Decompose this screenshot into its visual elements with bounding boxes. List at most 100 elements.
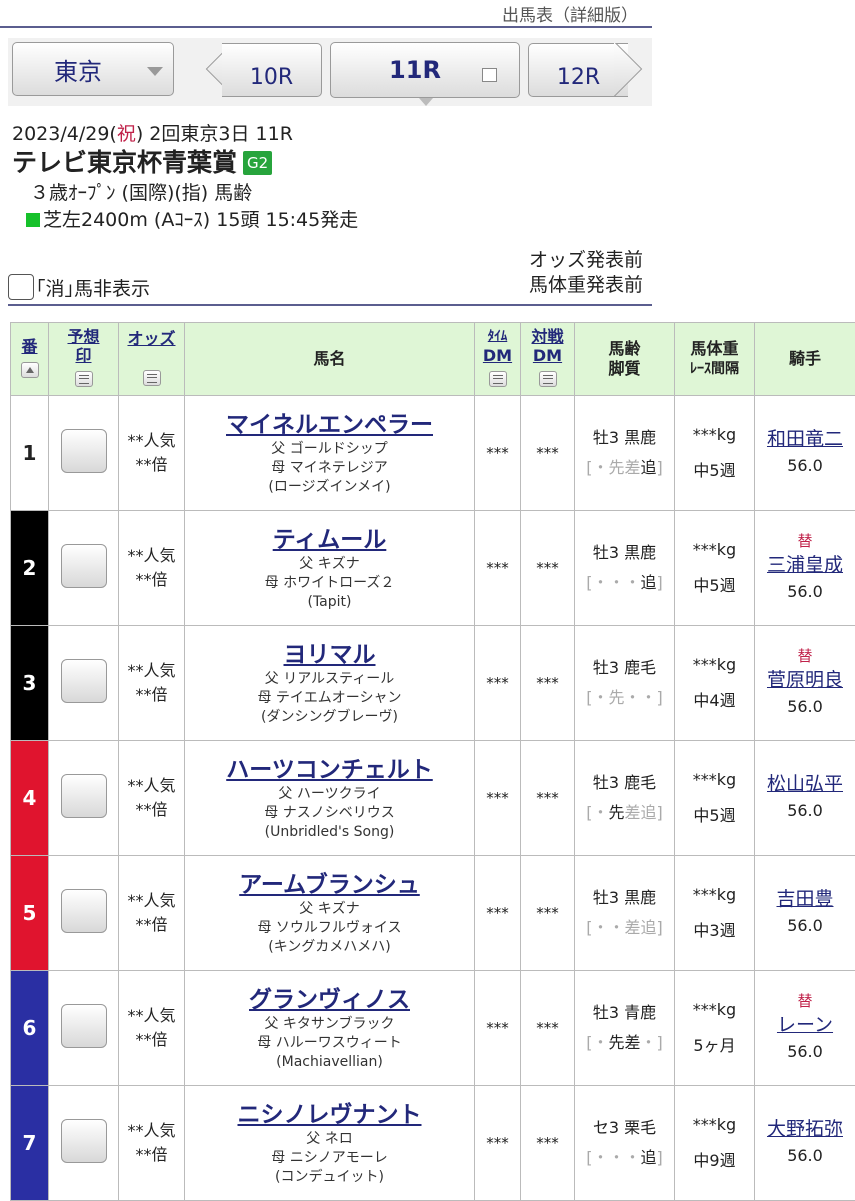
next-race-button[interactable]: 12R	[528, 43, 628, 97]
age-cell: 牡3 青鹿 [・先差・]	[575, 971, 675, 1086]
hide-scratched-label: ｢消｣馬非表示	[36, 274, 150, 301]
dam: 母 テイエムオーシャン	[185, 689, 474, 708]
prediction-mark-button[interactable]	[61, 659, 107, 703]
running-style-mark: ・	[592, 1148, 608, 1167]
prediction-mark-button[interactable]	[61, 1004, 107, 1048]
odds-value: **倍	[119, 683, 184, 707]
sire: 父 ネロ	[185, 1130, 474, 1149]
jockey-link[interactable]: 大野拓弥	[755, 1116, 855, 1142]
mark-header-link-2[interactable]: 印	[49, 346, 118, 365]
table-header: 番 予想 印 オッズ 馬名 ﾀｲﾑ DM 対戦 DM	[11, 323, 855, 396]
body-weight: ***kg	[675, 647, 754, 683]
odds-cell: **人気 **倍	[119, 1086, 185, 1201]
jockey-change-mark: 替	[755, 990, 855, 1012]
sort-up-icon[interactable]	[21, 362, 39, 378]
entries-table: 番 予想 印 オッズ 馬名 ﾀｲﾑ DM 対戦 DM	[10, 322, 855, 1201]
horse-cell: ヨリマル 父 リアルスティール 母 テイエムオーシャン (ダンシングブレーヴ)	[185, 626, 475, 741]
current-race-button[interactable]: 11R	[330, 42, 520, 98]
sort-mark-icon[interactable]	[75, 371, 93, 387]
running-style-mark: 先	[608, 1033, 624, 1052]
vs-dm: ***	[521, 971, 575, 1086]
odds-header-link[interactable]: オッズ	[119, 329, 184, 348]
race-name-line: テレビ東京杯青葉賞 G2	[12, 147, 358, 179]
jockey-cell: 吉田豊 56.0	[755, 856, 855, 971]
sire: 父 キタサンブラック	[185, 1015, 474, 1034]
horse-number: 4	[11, 741, 49, 856]
race-info: 2023/4/29(祝) 2回東京3日 11R テレビ東京杯青葉賞 G2 ３歳ｵ…	[12, 121, 358, 233]
vs-dm-link-2[interactable]: DM	[521, 346, 574, 365]
weight-header-2: ﾚｰｽ間隔	[675, 359, 754, 379]
age-cell: 牡3 黒鹿 [・・・追]	[575, 511, 675, 626]
mark-cell	[49, 511, 119, 626]
horse-name-link[interactable]: ヨリマル	[185, 640, 474, 670]
running-style-mark: 先	[608, 803, 624, 822]
jockey-link[interactable]: 菅原明良	[755, 667, 855, 693]
venue-select[interactable]: 東京	[12, 42, 174, 96]
mark-cell	[49, 1086, 119, 1201]
next-arrow-icon[interactable]	[614, 43, 646, 97]
jockey-cell: 和田竜二 56.0	[755, 396, 855, 511]
running-style-mark: 追	[641, 918, 657, 937]
jockey-header: 騎手	[755, 349, 855, 369]
horse-number: 1	[11, 396, 49, 511]
jockey-link[interactable]: レーン	[755, 1012, 855, 1038]
dam: 母 ハルーワスウィート	[185, 1034, 474, 1053]
running-style-mark: ・	[608, 918, 624, 937]
running-style-mark: ・	[592, 573, 608, 592]
sort-time-dm-icon[interactable]	[489, 371, 507, 387]
jockey-weight: 56.0	[755, 578, 855, 606]
horse-name-link[interactable]: アームブランシュ	[185, 870, 474, 900]
jockey-link[interactable]: 和田竜二	[755, 426, 855, 452]
jockey-link[interactable]: 三浦皇成	[755, 552, 855, 578]
prediction-mark-button[interactable]	[61, 429, 107, 473]
col-num: 番	[11, 323, 49, 396]
sire: 父 リアルスティール	[185, 670, 474, 689]
running-style-mark: 追	[641, 458, 657, 477]
time-dm: ***	[475, 856, 521, 971]
prediction-mark-button[interactable]	[61, 889, 107, 933]
sort-num-link[interactable]: 番	[11, 337, 48, 356]
prev-race-button[interactable]: 10R	[222, 43, 322, 97]
time-dm: ***	[475, 971, 521, 1086]
horse-number: 7	[11, 1086, 49, 1201]
prediction-mark-button[interactable]	[61, 774, 107, 818]
broodmare-sire: (Machiavellian)	[185, 1053, 474, 1072]
running-style-mark: 先	[608, 688, 624, 707]
horse-number: 3	[11, 626, 49, 741]
mark-header-link-1[interactable]: 予想	[49, 327, 118, 346]
body-weight: ***kg	[675, 1107, 754, 1143]
running-style-mark: ・	[608, 573, 624, 592]
vs-dm-link-1[interactable]: 対戦	[521, 327, 574, 346]
odds-value: **倍	[119, 1028, 184, 1052]
col-age: 馬齢 脚質	[575, 323, 675, 396]
mark-cell	[49, 626, 119, 741]
body-weight: ***kg	[675, 877, 754, 913]
jockey-weight: 56.0	[755, 912, 855, 940]
jockey-cell: 大野拓弥 56.0	[755, 1086, 855, 1201]
weight-header-1: 馬体重	[675, 339, 754, 359]
race-interval: 5ヶ月	[675, 1028, 754, 1064]
jockey-link[interactable]: 吉田豊	[755, 886, 855, 912]
prediction-mark-button[interactable]	[61, 544, 107, 588]
horse-name-link[interactable]: グランヴィノス	[185, 985, 474, 1015]
horse-name-link[interactable]: マイネルエンペラー	[185, 410, 474, 440]
weight-cell: ***kg 中5週	[675, 741, 755, 856]
race-date: 2023/4/29(祝) 2回東京3日 11R	[12, 121, 358, 147]
sort-vs-dm-icon[interactable]	[539, 371, 557, 387]
horse-cell: アームブランシュ 父 キズナ 母 ソウルフルヴォイス (キングカメハメハ)	[185, 856, 475, 971]
horse-name-link[interactable]: ティムール	[185, 525, 474, 555]
running-style-mark: ]	[657, 803, 663, 822]
prediction-mark-button[interactable]	[61, 1119, 107, 1163]
hide-scratched-checkbox[interactable]	[8, 274, 34, 300]
time-dm-link-2[interactable]: DM	[475, 346, 520, 365]
time-dm-link-1[interactable]: ﾀｲﾑ	[475, 327, 520, 346]
jockey-change-mark: 替	[755, 530, 855, 552]
running-style: [・先差追]	[575, 798, 674, 828]
race-name: テレビ東京杯青葉賞	[12, 147, 237, 179]
horse-name-link[interactable]: ニシノレヴナント	[185, 1100, 474, 1130]
horse-name-link[interactable]: ハーツコンチェルト	[185, 755, 474, 785]
odds-value: **倍	[119, 1143, 184, 1167]
jockey-link[interactable]: 松山弘平	[755, 771, 855, 797]
sort-odds-icon[interactable]	[143, 370, 161, 386]
running-style-mark: ・	[592, 1033, 608, 1052]
